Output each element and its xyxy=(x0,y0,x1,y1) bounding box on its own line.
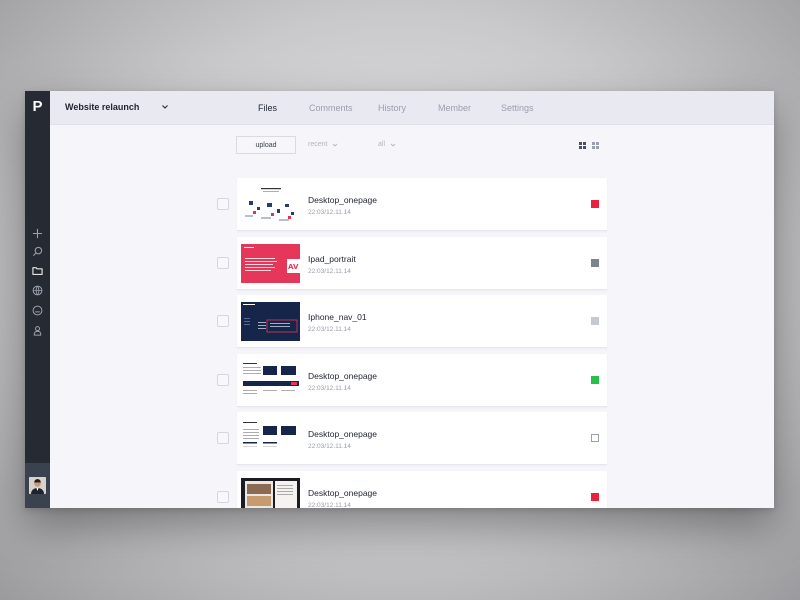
search-icon[interactable] xyxy=(31,245,44,258)
file-name[interactable]: Desktop_onepage xyxy=(308,488,377,498)
svg-text:AV: AV xyxy=(288,263,299,271)
file-thumbnail[interactable] xyxy=(241,477,300,508)
file-name[interactable]: Iphone_nav_01 xyxy=(308,312,367,322)
sidebar: P xyxy=(25,91,50,508)
grid-view-icon[interactable] xyxy=(592,142,599,149)
file-date: 22:03/12.11.14 xyxy=(308,443,351,450)
file-name[interactable]: Desktop_onepage xyxy=(308,195,377,205)
tab-history[interactable]: History xyxy=(378,103,406,113)
filter-value: all xyxy=(378,141,386,148)
row-checkbox[interactable] xyxy=(217,432,229,444)
list-view-icon[interactable] xyxy=(579,142,586,149)
file-card[interactable]: Desktop_onepage 22:03/12.11.14 xyxy=(237,178,607,231)
tab-comments[interactable]: Comments xyxy=(309,103,353,113)
top-bar: Website relaunch Files Comments History … xyxy=(50,91,774,125)
status-indicator[interactable] xyxy=(591,200,599,208)
file-date: 22:03/12.11.14 xyxy=(308,501,351,509)
file-date: 22:03/12.11.14 xyxy=(308,384,351,392)
file-thumbnail[interactable] xyxy=(241,419,300,458)
upload-button[interactable]: upload xyxy=(236,136,296,154)
row-checkbox[interactable] xyxy=(217,315,229,327)
row-checkbox[interactable] xyxy=(217,256,229,269)
project-name: Website relaunch xyxy=(65,102,140,112)
sort-dropdown[interactable]: recent xyxy=(308,141,338,148)
file-thumbnail[interactable]: AV xyxy=(241,243,300,283)
file-card[interactable]: Iphone_nav_01 22:03/12.11.14 xyxy=(237,295,607,348)
sort-value: recent xyxy=(308,141,328,148)
avatar[interactable] xyxy=(29,477,46,494)
status-indicator[interactable] xyxy=(591,258,599,267)
file-thumbnail[interactable] xyxy=(241,302,300,341)
tab-files[interactable]: Files xyxy=(258,103,277,113)
file-thumbnail[interactable] xyxy=(241,185,300,224)
plus-icon[interactable] xyxy=(31,227,44,240)
inbox-icon[interactable] xyxy=(31,304,44,317)
file-card[interactable]: Desktop_onepage 22:03/12.11.14 xyxy=(237,353,607,407)
file-date: 22:03/12.11.14 xyxy=(308,209,351,216)
files-content: upload recent all Desktop_onepage 22:03/1… xyxy=(50,125,774,508)
status-indicator[interactable] xyxy=(591,317,599,325)
status-indicator[interactable] xyxy=(591,434,599,442)
file-date: 22:03/12.11.14 xyxy=(308,326,351,333)
app-logo[interactable]: P xyxy=(25,91,50,121)
file-card[interactable]: Desktop_onepage 22:03/12.11.14 xyxy=(237,412,607,465)
filter-dropdown[interactable]: all xyxy=(378,141,396,148)
globe-icon[interactable] xyxy=(31,284,44,297)
file-card[interactable]: Desktop_onepage 22:03/12.11.14 xyxy=(237,470,607,509)
chevron-down-icon xyxy=(333,143,338,147)
user-icon[interactable] xyxy=(31,324,44,337)
row-checkbox[interactable] xyxy=(217,373,229,386)
file-name[interactable]: Ipad_portrait xyxy=(308,254,356,264)
file-thumbnail[interactable] xyxy=(241,360,300,400)
file-date: 22:03/12.11.14 xyxy=(308,267,351,275)
tab-settings[interactable]: Settings xyxy=(501,103,534,113)
chevron-down-icon xyxy=(162,105,169,109)
file-card[interactable]: AV Ipad_portrait 22:03/12.11.14 xyxy=(237,236,607,290)
chevron-down-icon xyxy=(390,143,396,147)
row-checkbox[interactable] xyxy=(217,198,229,210)
file-name[interactable]: Desktop_onepage xyxy=(308,429,377,439)
status-indicator[interactable] xyxy=(591,492,599,501)
app-window: P Website relaunch Files Comments Histor… xyxy=(25,91,774,508)
folder-icon[interactable] xyxy=(31,264,44,277)
avatar-container xyxy=(25,463,50,508)
file-name[interactable]: Desktop_onepage xyxy=(308,371,377,381)
project-selector[interactable]: Website relaunch xyxy=(65,102,169,112)
row-checkbox[interactable] xyxy=(217,490,229,503)
tab-member[interactable]: Member xyxy=(438,103,471,113)
status-indicator[interactable] xyxy=(591,375,599,384)
